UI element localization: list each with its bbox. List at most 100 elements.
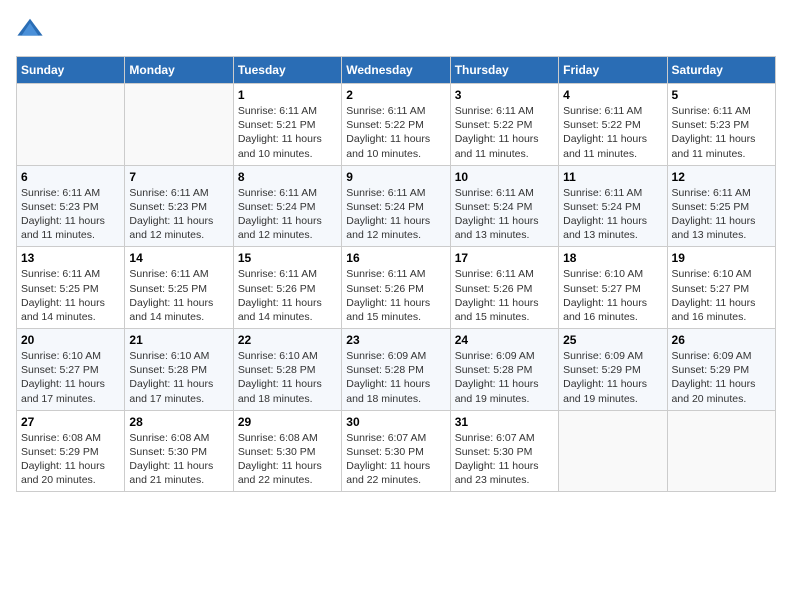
- day-info: Sunrise: 6:11 AM Sunset: 5:23 PM Dayligh…: [129, 186, 228, 243]
- calendar-cell: 31 Sunrise: 6:07 AM Sunset: 5:30 PM Dayli…: [450, 410, 558, 492]
- day-number: 6: [21, 170, 120, 184]
- day-number: 8: [238, 170, 337, 184]
- day-info: Sunrise: 6:09 AM Sunset: 5:29 PM Dayligh…: [563, 349, 662, 406]
- day-info: Sunrise: 6:11 AM Sunset: 5:24 PM Dayligh…: [455, 186, 554, 243]
- day-number: 20: [21, 333, 120, 347]
- calendar-cell: [125, 84, 233, 166]
- calendar-cell: [559, 410, 667, 492]
- day-number: 24: [455, 333, 554, 347]
- day-info: Sunrise: 6:10 AM Sunset: 5:27 PM Dayligh…: [21, 349, 120, 406]
- calendar-table: SundayMondayTuesdayWednesdayThursdayFrid…: [16, 56, 776, 492]
- page-header: [16, 16, 776, 44]
- day-info: Sunrise: 6:10 AM Sunset: 5:27 PM Dayligh…: [563, 267, 662, 324]
- day-number: 28: [129, 415, 228, 429]
- day-info: Sunrise: 6:08 AM Sunset: 5:30 PM Dayligh…: [129, 431, 228, 488]
- logo: [16, 16, 48, 44]
- calendar-cell: 18 Sunrise: 6:10 AM Sunset: 5:27 PM Dayli…: [559, 247, 667, 329]
- day-info: Sunrise: 6:09 AM Sunset: 5:28 PM Dayligh…: [455, 349, 554, 406]
- day-header-saturday: Saturday: [667, 57, 775, 84]
- calendar-cell: 16Sunrise: 6:11 AM Sunset: 5:26 PM Dayli…: [342, 247, 450, 329]
- calendar-cell: 9 Sunrise: 6:11 AM Sunset: 5:24 PM Daylig…: [342, 165, 450, 247]
- day-number: 13: [21, 251, 120, 265]
- calendar-cell: 27 Sunrise: 6:08 AM Sunset: 5:29 PM Dayli…: [17, 410, 125, 492]
- calendar-cell: [667, 410, 775, 492]
- calendar-cell: 15Sunrise: 6:11 AM Sunset: 5:26 PM Dayli…: [233, 247, 341, 329]
- day-info: Sunrise: 6:10 AM Sunset: 5:28 PM Dayligh…: [238, 349, 337, 406]
- day-number: 2: [346, 88, 445, 102]
- day-info: Sunrise: 6:08 AM Sunset: 5:30 PM Dayligh…: [238, 431, 337, 488]
- day-info: Sunrise: 6:11 AM Sunset: 5:24 PM Dayligh…: [563, 186, 662, 243]
- day-number: 17: [455, 251, 554, 265]
- calendar-cell: 17 Sunrise: 6:11 AM Sunset: 5:26 PM Dayli…: [450, 247, 558, 329]
- calendar-cell: [17, 84, 125, 166]
- day-info: Sunrise: 6:11 AM Sunset: 5:22 PM Dayligh…: [455, 104, 554, 161]
- day-header-thursday: Thursday: [450, 57, 558, 84]
- day-info: Sunrise: 6:08 AM Sunset: 5:29 PM Dayligh…: [21, 431, 120, 488]
- calendar-cell: 13 Sunrise: 6:11 AM Sunset: 5:25 PM Dayli…: [17, 247, 125, 329]
- day-info: Sunrise: 6:11 AM Sunset: 5:23 PM Dayligh…: [21, 186, 120, 243]
- day-info: Sunrise: 6:11 AM Sunset: 5:26 PM Dayligh…: [455, 267, 554, 324]
- day-number: 29: [238, 415, 337, 429]
- calendar-cell: 11 Sunrise: 6:11 AM Sunset: 5:24 PM Dayli…: [559, 165, 667, 247]
- day-info: Sunrise: 6:11 AM Sunset: 5:25 PM Dayligh…: [672, 186, 771, 243]
- day-header-tuesday: Tuesday: [233, 57, 341, 84]
- day-info: Sunrise: 6:11 AM Sunset: 5:22 PM Dayligh…: [563, 104, 662, 161]
- calendar-cell: 25Sunrise: 6:09 AM Sunset: 5:29 PM Dayli…: [559, 329, 667, 411]
- day-info: Sunrise: 6:10 AM Sunset: 5:27 PM Dayligh…: [672, 267, 771, 324]
- day-info: Sunrise: 6:11 AM Sunset: 5:24 PM Dayligh…: [346, 186, 445, 243]
- day-number: 3: [455, 88, 554, 102]
- calendar-cell: 19 Sunrise: 6:10 AM Sunset: 5:27 PM Dayli…: [667, 247, 775, 329]
- calendar-cell: 22 Sunrise: 6:10 AM Sunset: 5:28 PM Dayli…: [233, 329, 341, 411]
- calendar-cell: 5 Sunrise: 6:11 AM Sunset: 5:23 PM Daylig…: [667, 84, 775, 166]
- day-number: 21: [129, 333, 228, 347]
- day-info: Sunrise: 6:07 AM Sunset: 5:30 PM Dayligh…: [346, 431, 445, 488]
- calendar-cell: 23 Sunrise: 6:09 AM Sunset: 5:28 PM Dayli…: [342, 329, 450, 411]
- calendar-cell: 14 Sunrise: 6:11 AM Sunset: 5:25 PM Dayli…: [125, 247, 233, 329]
- day-info: Sunrise: 6:11 AM Sunset: 5:23 PM Dayligh…: [672, 104, 771, 161]
- day-header-monday: Monday: [125, 57, 233, 84]
- calendar-cell: 8 Sunrise: 6:11 AM Sunset: 5:24 PM Daylig…: [233, 165, 341, 247]
- calendar-cell: 1 Sunrise: 6:11 AM Sunset: 5:21 PM Daylig…: [233, 84, 341, 166]
- day-number: 4: [563, 88, 662, 102]
- day-info: Sunrise: 6:09 AM Sunset: 5:28 PM Dayligh…: [346, 349, 445, 406]
- day-header-wednesday: Wednesday: [342, 57, 450, 84]
- day-number: 14: [129, 251, 228, 265]
- calendar-cell: 30 Sunrise: 6:07 AM Sunset: 5:30 PM Dayli…: [342, 410, 450, 492]
- day-number: 12: [672, 170, 771, 184]
- calendar-cell: 4 Sunrise: 6:11 AM Sunset: 5:22 PM Daylig…: [559, 84, 667, 166]
- calendar-cell: 7Sunrise: 6:11 AM Sunset: 5:23 PM Daylig…: [125, 165, 233, 247]
- day-number: 18: [563, 251, 662, 265]
- calendar-cell: 29 Sunrise: 6:08 AM Sunset: 5:30 PM Dayli…: [233, 410, 341, 492]
- logo-icon: [16, 16, 44, 44]
- day-number: 9: [346, 170, 445, 184]
- day-number: 27: [21, 415, 120, 429]
- day-number: 31: [455, 415, 554, 429]
- day-number: 26: [672, 333, 771, 347]
- calendar-cell: 20 Sunrise: 6:10 AM Sunset: 5:27 PM Dayli…: [17, 329, 125, 411]
- calendar-cell: 6 Sunrise: 6:11 AM Sunset: 5:23 PM Daylig…: [17, 165, 125, 247]
- day-number: 30: [346, 415, 445, 429]
- day-info: Sunrise: 6:07 AM Sunset: 5:30 PM Dayligh…: [455, 431, 554, 488]
- calendar-cell: 24 Sunrise: 6:09 AM Sunset: 5:28 PM Dayli…: [450, 329, 558, 411]
- calendar-cell: 3 Sunrise: 6:11 AM Sunset: 5:22 PM Daylig…: [450, 84, 558, 166]
- day-info: Sunrise: 6:11 AM Sunset: 5:25 PM Dayligh…: [21, 267, 120, 324]
- day-info: Sunrise: 6:11 AM Sunset: 5:21 PM Dayligh…: [238, 104, 337, 161]
- calendar-cell: 12 Sunrise: 6:11 AM Sunset: 5:25 PM Dayli…: [667, 165, 775, 247]
- day-number: 1: [238, 88, 337, 102]
- day-info: Sunrise: 6:11 AM Sunset: 5:22 PM Dayligh…: [346, 104, 445, 161]
- day-info: Sunrise: 6:11 AM Sunset: 5:25 PM Dayligh…: [129, 267, 228, 324]
- day-info: Sunrise: 6:09 AM Sunset: 5:29 PM Dayligh…: [672, 349, 771, 406]
- day-number: 5: [672, 88, 771, 102]
- calendar-cell: 10Sunrise: 6:11 AM Sunset: 5:24 PM Dayli…: [450, 165, 558, 247]
- day-number: 22: [238, 333, 337, 347]
- day-number: 11: [563, 170, 662, 184]
- day-info: Sunrise: 6:11 AM Sunset: 5:24 PM Dayligh…: [238, 186, 337, 243]
- calendar-cell: 21 Sunrise: 6:10 AM Sunset: 5:28 PM Dayli…: [125, 329, 233, 411]
- day-number: 23: [346, 333, 445, 347]
- day-number: 19: [672, 251, 771, 265]
- day-info: Sunrise: 6:11 AM Sunset: 5:26 PM Dayligh…: [346, 267, 445, 324]
- day-header-friday: Friday: [559, 57, 667, 84]
- day-number: 15: [238, 251, 337, 265]
- calendar-cell: 2 Sunrise: 6:11 AM Sunset: 5:22 PM Daylig…: [342, 84, 450, 166]
- day-info: Sunrise: 6:10 AM Sunset: 5:28 PM Dayligh…: [129, 349, 228, 406]
